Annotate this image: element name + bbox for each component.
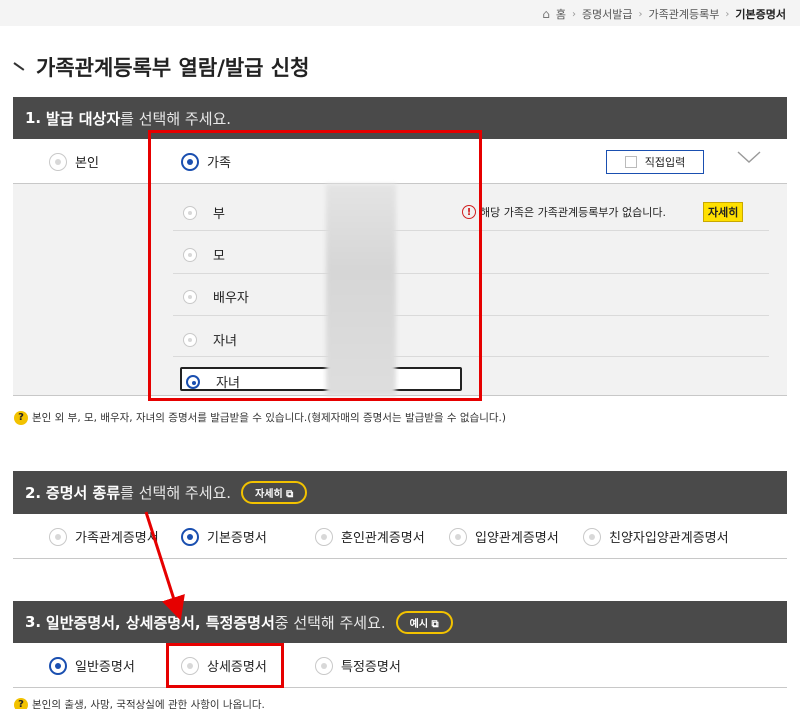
section3-help-text: 본인의 출생, 사망, 국적상실에 관한 사항이 나옵니다. [32,699,265,709]
radio-dot[interactable] [49,527,67,546]
section3-help: ? 본인의 출생, 사망, 국적상실에 관한 사항이 나옵니다. [14,697,265,709]
radio-dot[interactable] [49,152,67,171]
radio-dot[interactable] [583,527,601,546]
radio-adoption-cert[interactable]: 입양관계증명서 [449,527,559,546]
type-label: 특정증명서 [341,660,401,675]
radio-dot[interactable] [315,527,333,546]
cert-label: 혼인관계증명서 [341,531,425,546]
notice-text: 해당 가족은 가족관계등록부가 없습니다. [480,206,667,219]
annotation-highlight-family [148,130,482,401]
title-mark-icon [14,62,28,72]
radio-dot-selected[interactable] [181,527,199,546]
detail-button[interactable]: 자세히 [703,202,744,222]
question-icon: ? [14,410,28,425]
radio-specific-cert[interactable]: 특정증명서 [315,656,401,675]
section2-title-bold: 증명서 종류 [45,484,121,502]
section2-title-rest: 를 선택해 주세요. [120,484,232,502]
direct-input-label: 직접입력 [644,156,686,169]
cert-label: 기본증명서 [207,531,267,546]
radio-self-label: 본인 [75,156,99,171]
radio-dot-selected[interactable] [49,656,67,675]
section1-title-rest: 를 선택해 주세요. [120,109,232,128]
home-icon[interactable]: ⌂ [542,7,550,21]
breadcrumb: ⌂ 홈 › 증명서발급 › 가족관계등록부 › 기본증명서 [542,6,786,22]
no-registry-notice: ! 해당 가족은 가족관계등록부가 없습니다. [462,204,666,220]
breadcrumb-item[interactable]: 증명서발급 [582,6,633,22]
section1-number: 1. [25,109,42,127]
radio-dot[interactable] [315,656,333,675]
breadcrumb-home[interactable]: 홈 [556,6,566,22]
cert-label: 입양관계증명서 [475,531,559,546]
chevron-right-icon: › [571,8,576,20]
section3-number: 3. [25,613,42,631]
chevron-right-icon: › [638,8,643,20]
question-icon: ? [14,697,28,709]
radio-self[interactable]: 본인 [49,152,99,171]
page-title: 가족관계등록부 열람/발급 신청 [14,52,309,82]
radio-dot[interactable] [449,527,467,546]
cert-label: 친양자입양관계증명서 [609,531,729,546]
section1-help: ? 본인 외 부, 모, 배우자, 자녀의 증명서를 발급받을 수 있습니다.(… [14,410,506,425]
section3-title-bold: 일반증명서, 상세증명서, 특정증명서 [45,613,275,632]
direct-input-button[interactable]: 직접입력 [606,150,704,174]
section1-title-bold: 발급 대상자 [45,109,121,128]
section2-certificate-row: 가족관계증명서 기본증명서 혼인관계증명서 입양관계증명서 친양자입양관계증명서 [13,514,787,559]
annotation-highlight-detailed [166,643,284,688]
chevron-down-icon[interactable] [737,150,761,166]
radio-basic-cert[interactable]: 기본증명서 [181,527,267,546]
section2-number: 2. [25,483,42,502]
breadcrumb-item[interactable]: 가족관계등록부 [649,6,720,22]
section3-example-label: 예시 [409,618,429,630]
page-title-text: 가족관계등록부 열람/발급 신청 [36,56,310,80]
section3-header: 3. 일반증명서, 상세증명서, 특정증명서 중 선택해 주세요. 예시 ⧉ [13,601,787,643]
section3-title-rest: 중 선택해 주세요. [274,613,386,632]
checkbox-icon[interactable] [624,156,637,168]
section2-header: 2. 증명서 종류 를 선택해 주세요. 자세히 ⧉ [13,471,787,514]
radio-general-cert[interactable]: 일반증명서 [49,656,135,675]
cert-label: 가족관계증명서 [75,531,159,546]
section2-detail-button[interactable]: 자세히 ⧉ [241,481,308,504]
section3-type-row: 일반증명서 상세증명서 특정증명서 [13,643,787,688]
radio-full-adoption-cert[interactable]: 친양자입양관계증명서 [583,527,729,546]
section1-help-text: 본인 외 부, 모, 배우자, 자녀의 증명서를 발급받을 수 있습니다.(형제… [32,412,506,424]
type-label: 일반증명서 [75,660,135,675]
section2-detail-label: 자세히 [255,489,283,500]
radio-marriage-cert[interactable]: 혼인관계증명서 [315,527,425,546]
breadcrumb-current: 기본증명서 [735,8,786,21]
top-bar: ⌂ 홈 › 증명서발급 › 가족관계등록부 › 기본증명서 [0,0,800,26]
section3-example-button[interactable]: 예시 ⧉ [395,610,453,634]
radio-family-relation-cert[interactable]: 가족관계증명서 [49,527,159,546]
chevron-right-icon: › [725,8,730,20]
